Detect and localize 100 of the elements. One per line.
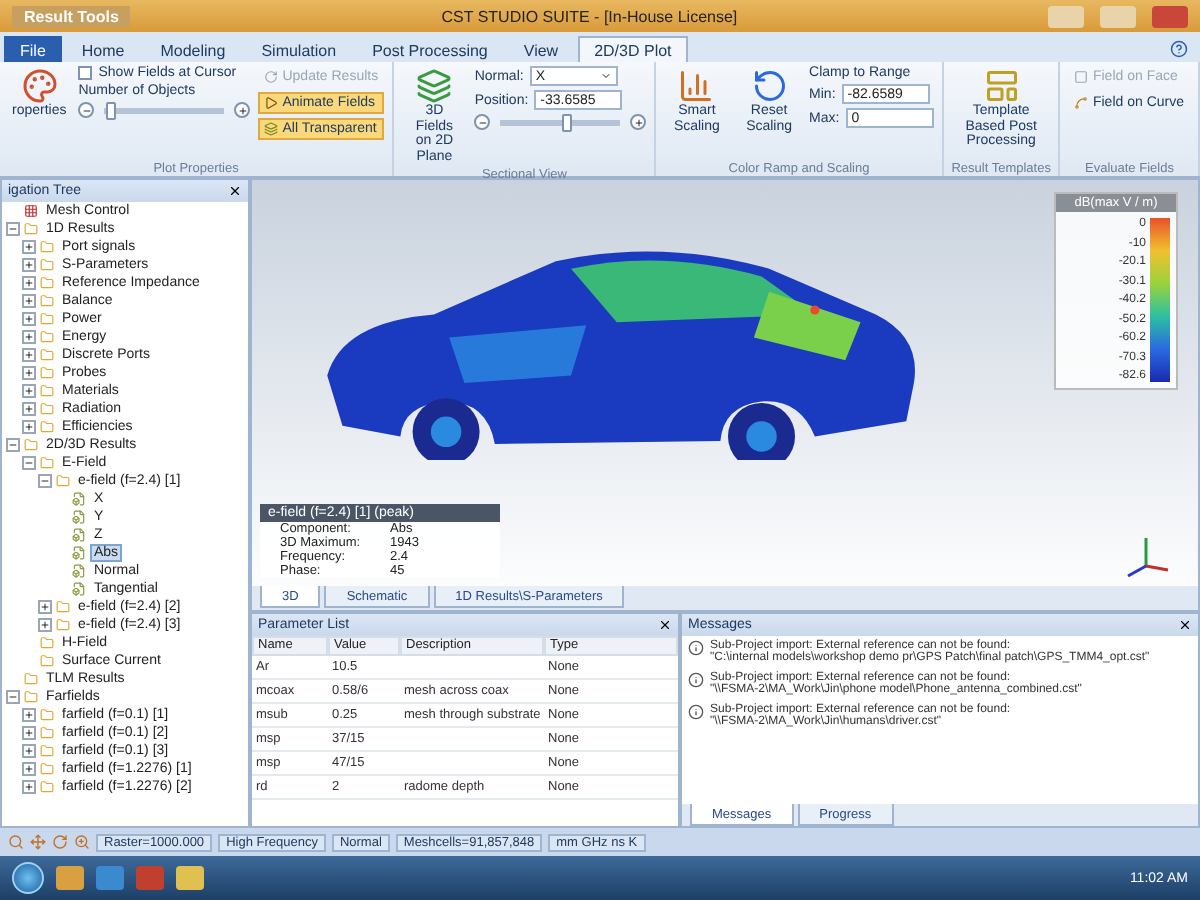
collapse-icon[interactable] xyxy=(6,438,20,452)
ribbon-tab[interactable]: 2D/3D Plot xyxy=(578,36,688,62)
expand-icon[interactable] xyxy=(22,420,36,434)
ribbon-tab[interactable]: View xyxy=(507,36,575,62)
expand-icon[interactable] xyxy=(22,258,36,272)
folder-icon xyxy=(40,708,54,722)
expand-icon[interactable] xyxy=(22,366,36,380)
folder-icon xyxy=(40,240,54,254)
expand-icon[interactable] xyxy=(22,708,36,722)
expand-icon[interactable] xyxy=(22,294,36,308)
bar-chart-icon xyxy=(678,68,715,104)
plus-icon xyxy=(24,260,34,270)
info-icon xyxy=(688,640,704,656)
expand-icon[interactable] xyxy=(22,762,36,776)
expand-icon[interactable] xyxy=(38,618,52,632)
close-icon[interactable] xyxy=(1178,618,1192,632)
collapse-icon[interactable] xyxy=(6,222,20,236)
increase-button[interactable] xyxy=(630,114,647,130)
close-icon[interactable] xyxy=(228,184,242,198)
expand-icon[interactable] xyxy=(22,402,36,416)
plus-icon xyxy=(24,242,34,252)
minus-icon xyxy=(477,117,488,127)
folder-icon xyxy=(40,348,54,362)
folder-icon xyxy=(24,438,38,452)
square-icon xyxy=(1074,70,1089,84)
context-tab-label: Result Tools xyxy=(12,5,131,27)
plus-icon xyxy=(24,296,34,306)
expand-icon[interactable] xyxy=(22,276,36,290)
expand-icon[interactable] xyxy=(22,330,36,344)
folder-icon xyxy=(40,744,54,758)
collapse-icon[interactable] xyxy=(6,690,20,704)
minus-icon xyxy=(8,692,18,702)
palette-icon xyxy=(21,68,58,104)
field-icon xyxy=(72,564,86,578)
mesh-icon xyxy=(24,204,38,218)
expand-icon[interactable] xyxy=(22,240,36,254)
plus-icon xyxy=(24,422,34,432)
window-title: CST STUDIO SUITE - [In-House License] xyxy=(439,7,740,25)
info-icon xyxy=(688,672,704,688)
folder-icon xyxy=(24,672,38,686)
folder-icon xyxy=(40,762,54,776)
expand-icon[interactable] xyxy=(22,744,36,758)
folder-icon xyxy=(40,294,54,308)
expand-icon[interactable] xyxy=(38,600,52,614)
checkbox[interactable] xyxy=(78,66,93,80)
template-icon xyxy=(983,68,1020,104)
plus-icon xyxy=(24,404,34,414)
axes-triad-icon xyxy=(1127,538,1169,578)
expand-icon[interactable] xyxy=(22,348,36,362)
plus-icon xyxy=(24,350,34,360)
collapse-icon[interactable] xyxy=(22,456,36,470)
folder-icon xyxy=(56,474,70,488)
minus-icon xyxy=(81,105,92,115)
folder-icon xyxy=(40,330,54,344)
decrease-button[interactable] xyxy=(78,102,95,118)
start-button[interactable] xyxy=(12,862,44,894)
folder-icon xyxy=(56,618,70,632)
slider-thumb[interactable] xyxy=(562,113,573,131)
minus-icon xyxy=(8,224,18,234)
plus-icon xyxy=(24,710,34,720)
chevron-down-icon xyxy=(599,70,612,82)
plus-icon xyxy=(40,602,50,612)
close-button[interactable] xyxy=(1152,5,1188,27)
zoom-icon[interactable] xyxy=(8,834,24,850)
slider-thumb[interactable] xyxy=(106,101,117,119)
ribbon-tab[interactable]: Modeling xyxy=(144,36,242,62)
plus-icon xyxy=(24,314,34,324)
folder-icon xyxy=(40,726,54,740)
plus-icon xyxy=(633,117,644,127)
ribbon-tab[interactable]: Post Processing xyxy=(356,36,504,62)
folder-icon xyxy=(40,276,54,290)
zoom-in-icon[interactable] xyxy=(74,834,90,850)
folder-icon xyxy=(40,420,54,434)
help-icon[interactable] xyxy=(1170,40,1188,58)
plus-icon xyxy=(24,278,34,288)
plus-icon xyxy=(24,764,34,774)
expand-icon[interactable] xyxy=(22,726,36,740)
plus-icon xyxy=(24,728,34,738)
info-icon xyxy=(688,704,704,720)
close-icon[interactable] xyxy=(658,618,672,632)
folder-icon xyxy=(40,402,54,416)
file-menu-button[interactable]: File xyxy=(4,36,62,62)
field-icon xyxy=(72,492,86,506)
expand-icon[interactable] xyxy=(22,384,36,398)
move-icon[interactable] xyxy=(30,834,46,850)
plus-icon xyxy=(24,368,34,378)
collapse-icon[interactable] xyxy=(38,474,52,488)
reset-icon xyxy=(751,68,788,104)
decrease-button[interactable] xyxy=(474,114,491,130)
expand-icon[interactable] xyxy=(22,312,36,326)
increase-button[interactable] xyxy=(234,102,251,118)
ribbon-tab[interactable]: Home xyxy=(65,36,141,62)
field-icon xyxy=(72,582,86,596)
ribbon-tab[interactable]: Simulation xyxy=(245,36,353,62)
curve-icon xyxy=(1074,96,1089,110)
folder-icon xyxy=(56,600,70,614)
plus-icon xyxy=(237,105,248,115)
layers-icon xyxy=(416,68,453,104)
rotate-icon[interactable] xyxy=(52,834,68,850)
expand-icon[interactable] xyxy=(22,780,36,794)
